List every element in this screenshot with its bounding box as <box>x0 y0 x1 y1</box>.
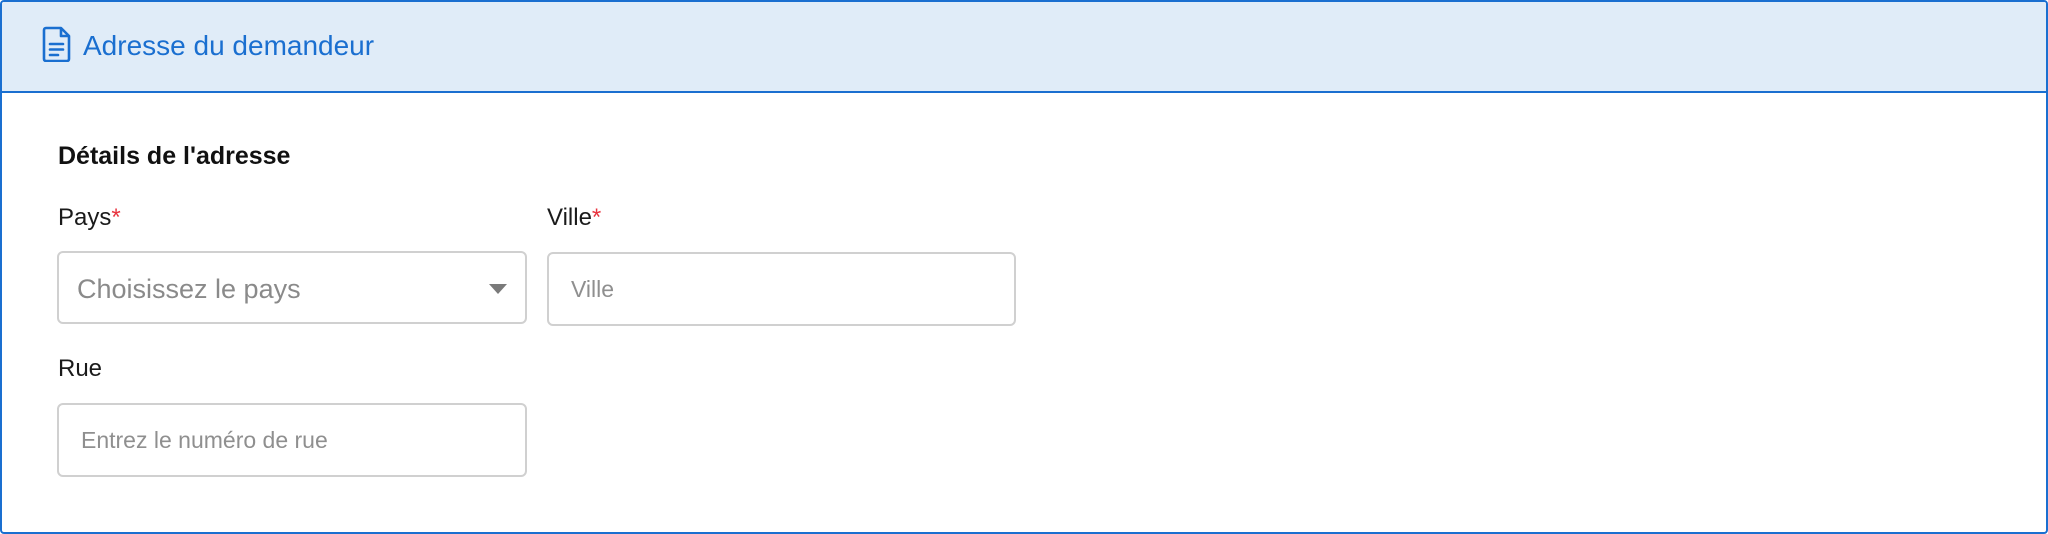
pays-required-mark: * <box>111 204 121 231</box>
document-icon <box>42 26 72 63</box>
rue-label: Rue <box>58 352 102 386</box>
rue-label-text: Rue <box>58 355 103 382</box>
ville-label: Ville* <box>547 201 601 235</box>
pays-select[interactable]: Choisissez le pays <box>57 251 527 324</box>
pays-label-text: Pays <box>58 204 112 231</box>
panel-title: Adresse du demandeur <box>83 30 375 61</box>
rue-input[interactable] <box>57 403 527 477</box>
applicant-address-panel: Adresse du demandeur Détails de l'adress… <box>0 0 2048 534</box>
ville-input[interactable] <box>547 252 1016 326</box>
panel-header: Adresse du demandeur <box>2 2 2046 93</box>
caret-down-icon <box>489 284 507 294</box>
pays-label: Pays* <box>58 201 121 235</box>
pays-select-placeholder: Choisissez le pays <box>77 274 301 304</box>
ville-required-mark: * <box>591 204 602 231</box>
section-title: Détails de l'adresse <box>58 142 291 170</box>
ville-label-text: Ville <box>547 204 592 231</box>
